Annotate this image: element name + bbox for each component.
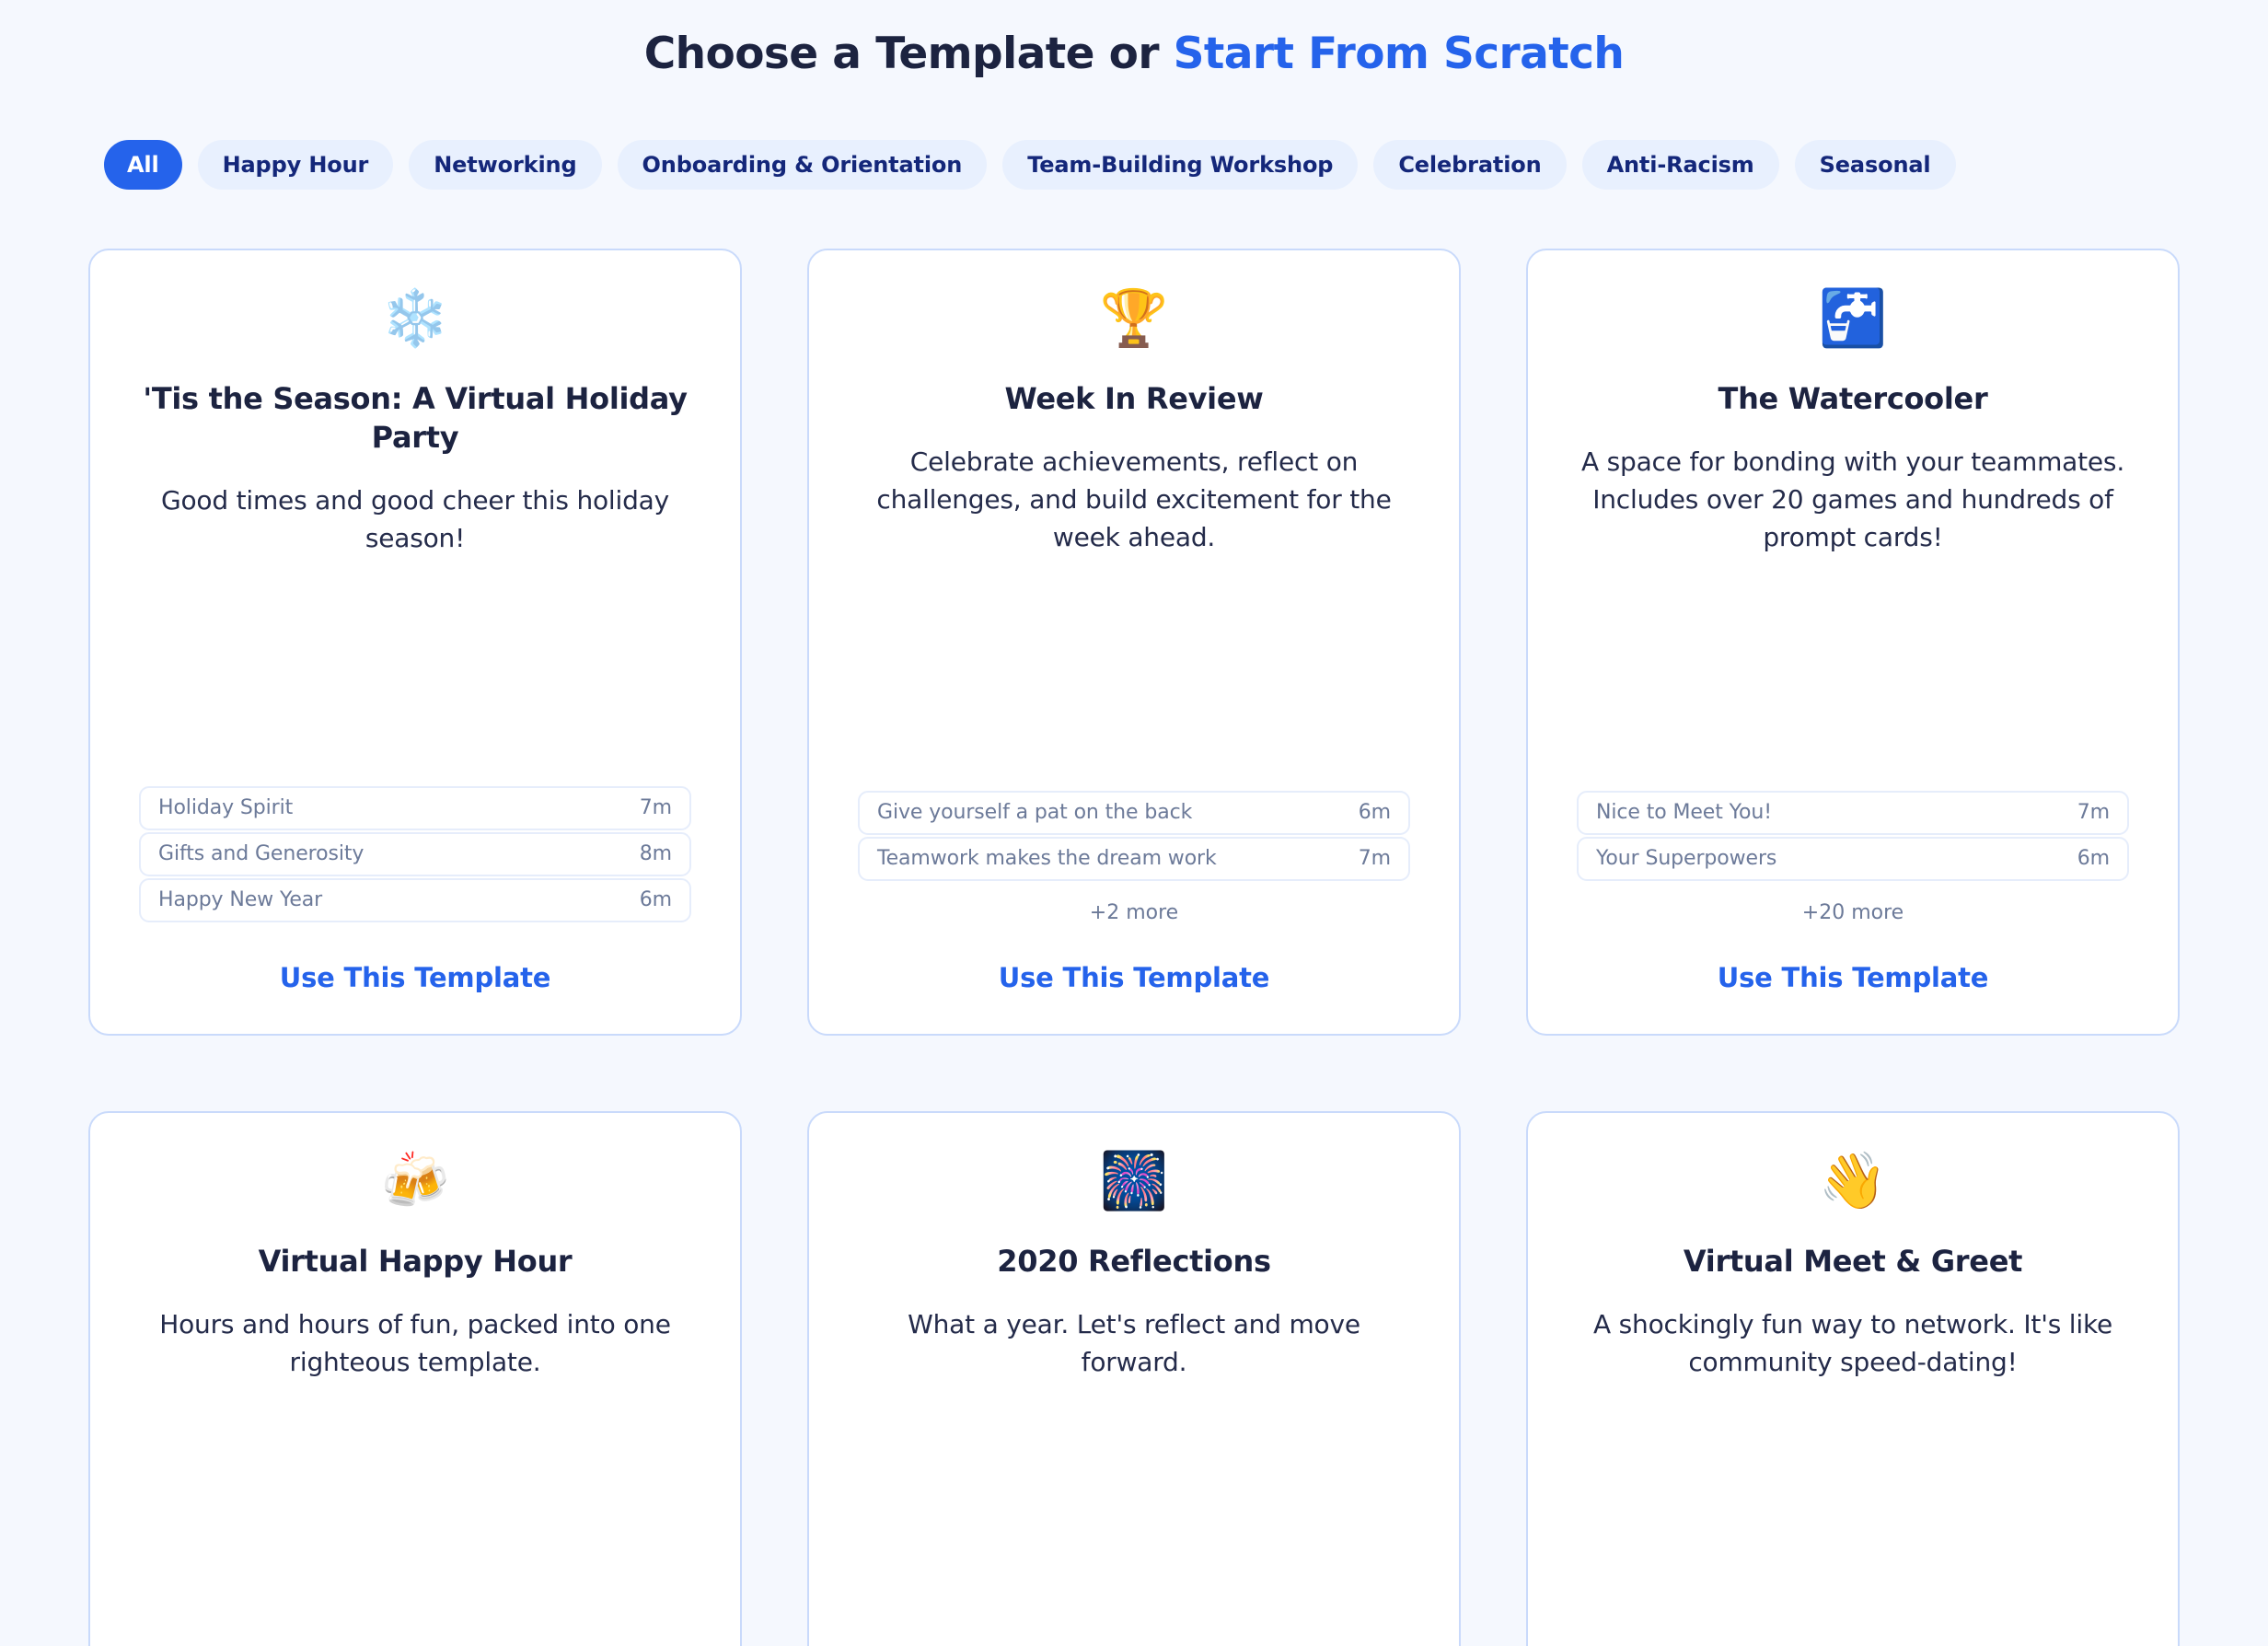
waving-hand-icon: 👋: [1818, 1148, 1888, 1213]
snowflake-icon: ❄️: [380, 285, 450, 351]
filter-tab-team-building-workshop[interactable]: Team-Building Workshop: [1002, 139, 1359, 190]
show-more-activities-link[interactable]: +2 more: [858, 901, 1410, 924]
template-card[interactable]: 🍻 Virtual Happy Hour Hours and hours of fu…: [88, 1110, 742, 1646]
filter-tab-all[interactable]: All: [104, 139, 182, 190]
activity-list: Nice to Meet You! 7m Your Superpowers 6m +20…: [1577, 763, 2129, 924]
page-title-main: Choose a Template or: [643, 29, 1174, 79]
activity-duration: 7m: [2077, 801, 2110, 825]
filter-tab-anti-racism[interactable]: Anti-Racism: [1581, 139, 1779, 190]
activity-name: Happy New Year: [158, 888, 323, 912]
template-card-title: Virtual Happy Hour: [258, 1243, 573, 1279]
activity-name: Nice to Meet You!: [1596, 801, 1772, 825]
activity-row[interactable]: Your Superpowers 6m: [1577, 836, 2129, 881]
activity-row[interactable]: Give yourself a pat on the back 6m: [858, 790, 1410, 835]
template-card-title: Week In Review: [1004, 380, 1264, 416]
card-spacer: [858, 557, 1410, 763]
activity-name: Teamwork makes the dream work: [877, 847, 1217, 871]
activity-duration: 8m: [639, 842, 672, 866]
template-card-title: 2020 Reflections: [997, 1243, 1271, 1279]
filter-tab-seasonal[interactable]: Seasonal: [1794, 139, 1956, 190]
template-card-description: Hours and hours of fun, packed into one …: [159, 1308, 671, 1377]
card-spacer: [1577, 1382, 2129, 1646]
activity-row[interactable]: Happy New Year 6m: [139, 877, 691, 922]
activity-name: Your Superpowers: [1596, 847, 1777, 871]
template-card-title: The Watercooler: [1718, 380, 1988, 416]
filter-tab-networking[interactable]: Networking: [409, 139, 602, 190]
template-card-description: Good times and good cheer this holiday s…: [160, 485, 669, 554]
card-spacer: [1577, 557, 2129, 763]
activity-duration: 6m: [639, 888, 672, 912]
filter-tab-happy-hour[interactable]: Happy Hour: [197, 139, 394, 190]
template-card-title: 'Tis the Season: A Virtual Holiday Party: [143, 380, 688, 455]
filter-tab-celebration[interactable]: Celebration: [1373, 139, 1567, 190]
page-title: Choose a Template or Start From Scratch: [0, 0, 2268, 82]
fireworks-icon: 🎆: [1099, 1148, 1169, 1213]
use-this-template-button[interactable]: Use This Template: [858, 924, 1410, 1034]
activity-duration: 6m: [2077, 847, 2110, 871]
activity-duration: 7m: [1358, 847, 1391, 871]
activity-list: Holiday Spirit 7m Gifts and Generosity 8m Ha…: [139, 759, 691, 924]
activity-name: Holiday Spirit: [158, 796, 294, 820]
filter-tab-onboarding-orientation[interactable]: Onboarding & Orientation: [617, 139, 988, 190]
category-filter-bar: All Happy Hour Networking Onboarding & Orie…: [0, 139, 2268, 190]
trophy-icon: 🏆: [1099, 285, 1169, 351]
start-from-scratch-link[interactable]: Start From Scratch: [1174, 29, 1625, 79]
show-more-activities-link[interactable]: +20 more: [1577, 901, 2129, 924]
activity-list: Give yourself a pat on the back 6m Teamwor…: [858, 763, 1410, 924]
use-this-template-button[interactable]: Use This Template: [139, 924, 691, 1034]
template-card-title: Virtual Meet & Greet: [1683, 1243, 2023, 1279]
clinking-beer-mugs-icon: 🍻: [380, 1148, 450, 1213]
template-card[interactable]: 👋 Virtual Meet & Greet A shockingly fun wa…: [1526, 1110, 2180, 1646]
activity-name: Give yourself a pat on the back: [877, 801, 1193, 825]
card-spacer: [858, 1382, 1410, 1646]
card-spacer: [139, 558, 691, 759]
template-card-description: Celebrate achievements, reflect on chall…: [876, 446, 1392, 552]
use-this-template-button[interactable]: Use This Template: [1577, 924, 2129, 1034]
card-spacer: [139, 1382, 691, 1646]
template-card-description: A shockingly fun way to network. It's li…: [1592, 1308, 2112, 1377]
activity-name: Gifts and Generosity: [158, 842, 364, 866]
template-card-description: What a year. Let's reflect and move forw…: [908, 1308, 1360, 1377]
template-card[interactable]: 🎆 2020 Reflections What a year. Let's refl…: [807, 1110, 1461, 1646]
activity-row[interactable]: Teamwork makes the dream work 7m: [858, 836, 1410, 881]
activity-duration: 6m: [1358, 801, 1391, 825]
activity-duration: 7m: [639, 796, 672, 820]
template-card[interactable]: 🏆 Week In Review Celebrate achievements, r…: [807, 248, 1461, 1036]
template-card-description: A space for bonding with your teammates.…: [1580, 446, 2125, 552]
template-card[interactable]: ❄️ 'Tis the Season: A Virtual Holiday Par…: [88, 248, 742, 1036]
activity-row[interactable]: Nice to Meet You! 7m: [1577, 790, 2129, 835]
potable-water-icon: 🚰: [1818, 285, 1888, 351]
activity-row[interactable]: Gifts and Generosity 8m: [139, 831, 691, 876]
activity-row[interactable]: Holiday Spirit 7m: [139, 785, 691, 830]
template-grid: ❄️ 'Tis the Season: A Virtual Holiday Par…: [0, 248, 2268, 1646]
template-card[interactable]: 🚰 The Watercooler A space for bonding with…: [1526, 248, 2180, 1036]
